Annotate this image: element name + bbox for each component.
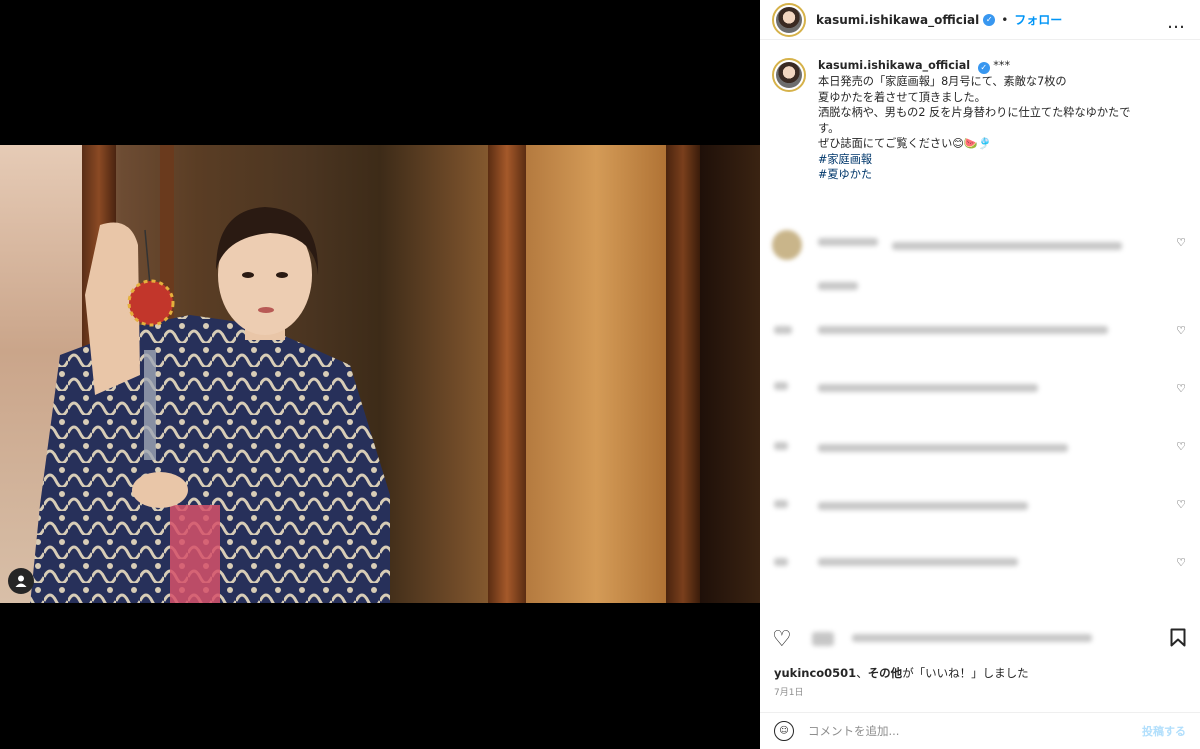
hashtag-link[interactable]: #家庭画報 <box>818 152 1130 168</box>
header-separator: • <box>1001 12 1009 27</box>
comment-row <box>772 278 1192 318</box>
comment-row: ♡ <box>772 552 1192 592</box>
likes-sep: 、 <box>856 666 868 680</box>
caption-line: 夏ゆかたを着させて頂きました。 <box>818 90 986 104</box>
comment-like-icon[interactable]: ♡ <box>1176 556 1186 569</box>
comment-row: ♡ <box>772 436 1192 476</box>
media-pane <box>0 0 760 749</box>
like-heart-icon[interactable]: ♡ <box>772 628 792 652</box>
blurred-action-area <box>812 632 1112 646</box>
likes-text: が「いいね！」しました <box>902 666 1029 680</box>
bookmark-icon[interactable] <box>1170 628 1186 654</box>
avatar[interactable] <box>772 2 806 37</box>
verified-badge-icon: ✓ <box>977 62 990 74</box>
comment-like-icon[interactable]: ♡ <box>1176 440 1186 453</box>
post-header: kasumi.ishikawa_official ✓ • フォロー … <box>760 0 1200 40</box>
comment-bar: ☺ 投稿する <box>760 712 1200 749</box>
post-caption: kasumi.ishikawa_official ✓ *** 本日発売の「家庭画… <box>772 58 1188 183</box>
comment-row: ♡ <box>772 230 1192 270</box>
likes-others-link[interactable]: その他 <box>868 666 903 680</box>
caption-body: kasumi.ishikawa_official ✓ *** 本日発売の「家庭画… <box>818 58 1130 183</box>
comment-row: ♡ <box>772 494 1192 534</box>
comment-row: ♡ <box>772 320 1192 360</box>
more-options-icon[interactable]: … <box>1167 12 1186 33</box>
likes-summary: yukinco0501、その他が「いいね！」しました <box>774 665 1029 681</box>
post-side-panel: kasumi.ishikawa_official ✓ • フォロー … kasu… <box>760 0 1200 749</box>
comment-like-icon[interactable]: ♡ <box>1176 382 1186 395</box>
comment-row: ♡ <box>772 378 1192 418</box>
caption-avatar[interactable] <box>772 58 806 92</box>
post-date[interactable]: 7月1日 <box>774 685 803 698</box>
emoji-picker-icon[interactable]: ☺ <box>774 721 794 741</box>
post-photo[interactable] <box>0 145 760 603</box>
post-action-bar: ♡ <box>760 620 1200 660</box>
comment-like-icon[interactable]: ♡ <box>1176 324 1186 337</box>
tagged-people-icon[interactable] <box>8 568 34 594</box>
caption-stars: *** <box>993 59 1011 72</box>
comment-like-icon[interactable]: ♡ <box>1176 236 1186 249</box>
comment-input[interactable] <box>808 724 1108 738</box>
verified-badge-icon: ✓ <box>983 13 996 26</box>
comments-list: ♡ ♡ ♡ ♡ ♡ ♡ <box>760 200 1200 620</box>
liker-username[interactable]: yukinco0501 <box>774 666 856 680</box>
comment-like-icon[interactable]: ♡ <box>1176 498 1186 511</box>
kimono-figure <box>30 207 390 603</box>
hashtag-link[interactable]: #夏ゆかた <box>818 167 1130 183</box>
caption-username[interactable]: kasumi.ishikawa_official <box>818 59 970 72</box>
caption-line: す。 <box>818 121 840 135</box>
caption-line: 本日発売の「家庭画報」8月号にて、素敵な7枚の <box>818 75 1067 88</box>
caption-line: 洒脱な柄や、男もの2 反を片身替わりに仕立てた粋なゆかたで <box>818 106 1131 119</box>
follow-button[interactable]: フォロー <box>1014 11 1062 28</box>
header-username[interactable]: kasumi.ishikawa_official <box>816 13 979 27</box>
caption-line: ぜひ誌面にてご覧ください😊🍉🎐 <box>818 137 992 150</box>
post-comment-button[interactable]: 投稿する <box>1142 723 1186 739</box>
